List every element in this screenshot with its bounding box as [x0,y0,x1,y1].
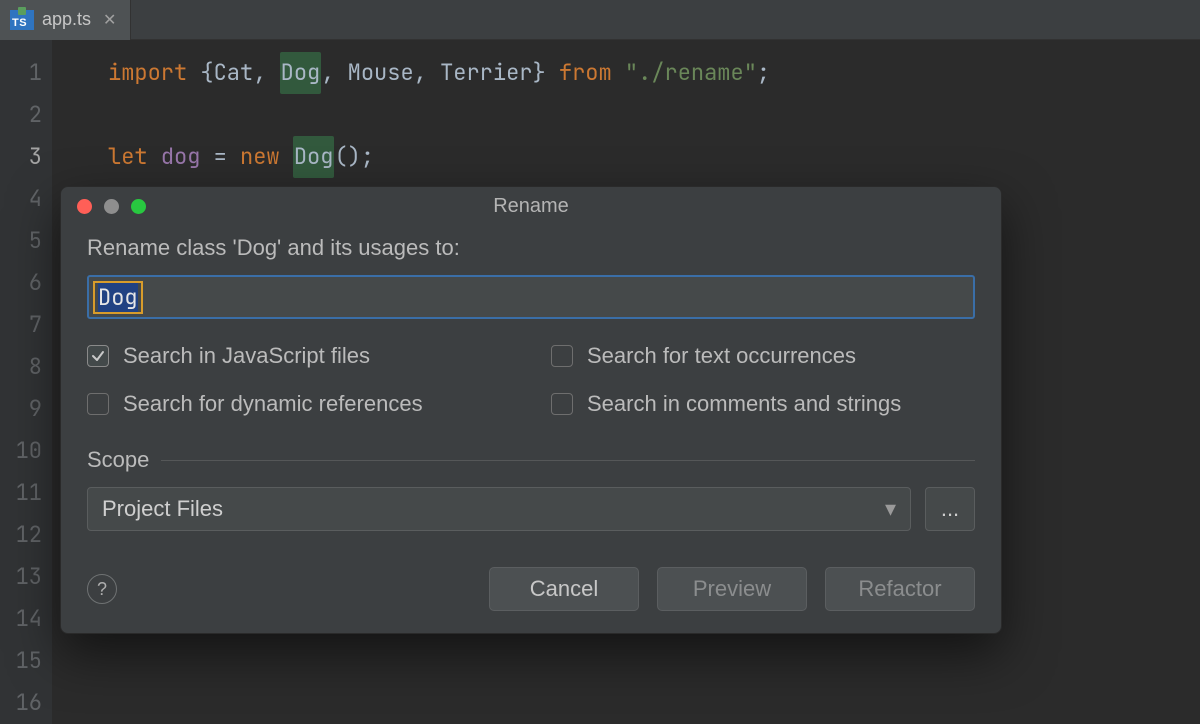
window-minimize-icon[interactable] [104,199,119,214]
line-number: 13 [0,556,52,598]
operator-eq: = [214,136,227,178]
string-literal: "./rename" [625,52,757,94]
var-dog: dog [161,136,201,178]
window-maximize-icon[interactable] [131,199,146,214]
refactor-button[interactable]: Refactor [825,567,975,611]
keyword-import: import [108,52,187,94]
dialog-title: Rename [61,195,1001,218]
checkbox-icon [87,393,109,415]
line-number: 16 [0,682,52,724]
checkbox-label: Search for dynamic references [123,391,423,417]
tab-filename: app.ts [42,9,91,30]
line-number: 10 [0,430,52,472]
editor-tab-app-ts[interactable]: TS app.ts ✕ [0,0,131,39]
line-number: 4 [0,178,52,220]
keyword-from: from [559,52,612,94]
line-number: 15 [0,640,52,682]
line-number: 9 [0,388,52,430]
checkbox-label: Search for text occurrences [587,343,856,369]
scope-label: Scope [87,447,149,473]
code-line: let dog = new Dog(); [108,136,1200,178]
ident-dog-ctor-highlighted: Dog [293,136,335,178]
close-icon[interactable]: ✕ [103,10,116,30]
code-line: import {Cat, Dog, Mouse, Terrier} from "… [108,52,1200,94]
rename-input[interactable]: Dog [87,275,975,319]
checkbox-label: Search in JavaScript files [123,343,370,369]
checkbox-search-js-files[interactable]: Search in JavaScript files [87,343,511,369]
line-number: 14 [0,598,52,640]
help-button[interactable]: ? [87,574,117,604]
line-number: 6 [0,262,52,304]
line-number: 3 [0,136,52,178]
code-line [108,94,1200,136]
checkbox-search-comments-strings[interactable]: Search in comments and strings [551,391,975,417]
brace: { [200,52,213,94]
line-number: 12 [0,514,52,556]
ident-terrier: Terrier [440,52,532,94]
line-number: 11 [0,472,52,514]
tab-bar: TS app.ts ✕ [0,0,1200,40]
dialog-titlebar[interactable]: Rename [61,187,1001,225]
checkbox-search-dynamic-references[interactable]: Search for dynamic references [87,391,511,417]
line-number: 1 [0,52,52,94]
cancel-button[interactable]: Cancel [489,567,639,611]
rename-prompt: Rename class 'Dog' and its usages to: [87,235,975,261]
window-controls [61,199,146,214]
preview-button[interactable]: Preview [657,567,807,611]
keyword-let: let [108,136,148,178]
scope-more-button[interactable]: ... [925,487,975,531]
line-number-gutter: 1 2 3 4 5 6 7 8 9 10 11 12 13 14 15 16 [0,40,52,724]
window-close-icon[interactable] [77,199,92,214]
line-number: 2 [0,94,52,136]
brace: } [532,52,545,94]
rename-input-value: Dog [98,283,138,312]
ident-cat: Cat [214,52,254,94]
checkbox-icon [551,393,573,415]
checkbox-icon [87,345,109,367]
separator [161,460,975,461]
ident-dog-highlighted: Dog [280,52,322,94]
checkbox-icon [551,345,573,367]
chevron-down-icon: ▾ [885,496,896,522]
scope-value: Project Files [102,496,223,522]
line-number: 8 [0,346,52,388]
scope-select[interactable]: Project Files ▾ [87,487,911,531]
checkbox-label: Search in comments and strings [587,391,901,417]
rename-input-selection: Dog [93,281,143,314]
keyword-new: new [240,136,280,178]
typescript-file-icon: TS [10,10,34,30]
semicolon: ; [757,52,770,94]
ident-mouse: Mouse [348,52,414,94]
checkbox-search-text-occurrences[interactable]: Search for text occurrences [551,343,975,369]
line-number: 5 [0,220,52,262]
call-suffix: (); [334,136,374,178]
line-number: 7 [0,304,52,346]
options-grid: Search in JavaScript files Search for te… [87,343,975,417]
rename-dialog: Rename Rename class 'Dog' and its usages… [60,186,1002,634]
